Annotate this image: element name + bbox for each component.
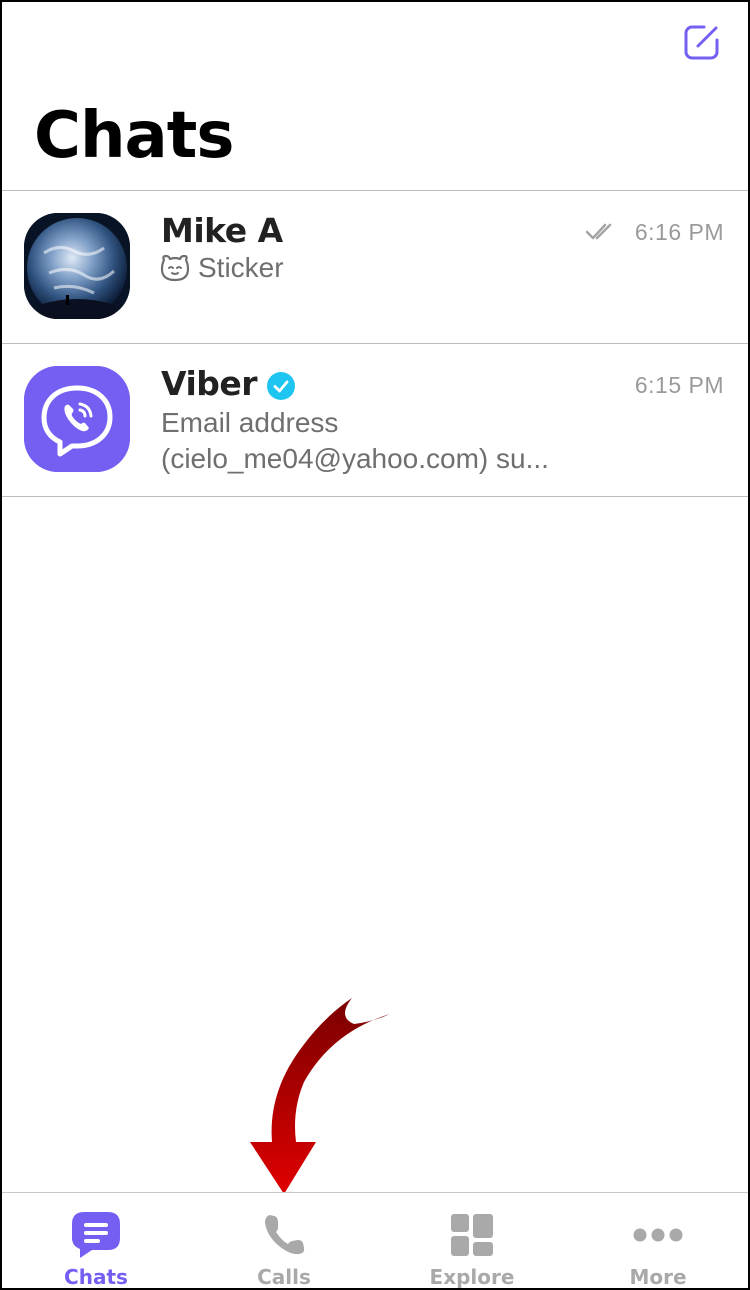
chat-preview-line-2: (cielo_me04@yahoo.com) su... [161, 443, 549, 474]
chat-time: 6:16 PM [634, 219, 724, 245]
chats-screen: Chats Mike A 6:16 PM Sticker Viber 6:15 … [0, 0, 750, 1290]
verified-badge-icon [267, 372, 295, 400]
chat-preview-line-1: Email address [161, 407, 339, 438]
tab-explore[interactable]: Explore [378, 1193, 566, 1289]
chat-preview: Sticker [198, 252, 284, 283]
chat-time: 6:15 PM [634, 372, 724, 398]
sticker-icon [160, 254, 190, 282]
avatar [24, 213, 130, 319]
double-check-icon [586, 223, 612, 240]
tab-label: More [629, 1265, 687, 1289]
chat-row-viber[interactable]: Viber 6:15 PM Email address (cielo_me04@… [2, 344, 748, 496]
page-title: Chats [34, 99, 234, 173]
chat-name: Viber [161, 364, 258, 403]
phone-icon [258, 1209, 310, 1261]
more-dots-icon [632, 1209, 684, 1261]
tab-label: Explore [429, 1265, 515, 1289]
tab-chats[interactable]: Chats [2, 1193, 190, 1289]
viber-logo-icon [24, 366, 130, 472]
bottom-nav: Chats Calls Explore More [2, 1192, 748, 1289]
explore-grid-icon [446, 1209, 498, 1261]
tab-more[interactable]: More [564, 1193, 748, 1289]
tab-label: Chats [64, 1265, 128, 1289]
compose-icon [684, 25, 719, 60]
chat-row-mike-a[interactable]: Mike A 6:16 PM Sticker [2, 191, 748, 343]
annotation-arrow-icon [250, 998, 390, 1194]
tab-calls[interactable]: Calls [190, 1193, 378, 1289]
compose-button[interactable] [680, 20, 724, 64]
chat-name: Mike A [161, 211, 283, 250]
tab-label: Calls [257, 1265, 311, 1289]
chat-bubble-icon [70, 1209, 122, 1261]
divider [2, 496, 748, 497]
